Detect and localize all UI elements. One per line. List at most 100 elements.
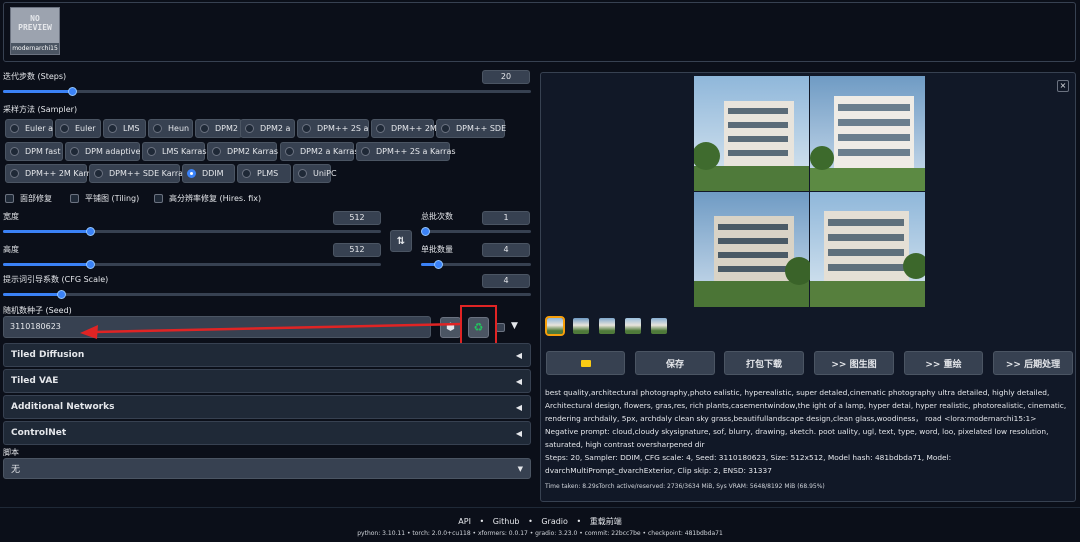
sampler-option-euler[interactable]: Euler [55,119,101,138]
sampler-option-dpm2-a[interactable]: DPM2 a [240,119,295,138]
checkpoint-card[interactable]: NO PREVIEW modernarchi15 [10,7,60,55]
sampler-option-dpm-2s-a[interactable]: DPM++ 2S a [297,119,369,138]
sampler-option-label: Euler a [25,124,54,133]
hires-fix-checkbox[interactable]: 高分辨率修复 (Hires. fix) [154,193,261,204]
width-input[interactable]: 512 [333,211,381,225]
batch-size-slider[interactable] [421,260,531,269]
sampler-option-dpm-2m[interactable]: DPM++ 2M [371,119,437,138]
restore-faces-checkbox[interactable]: 面部修复 [5,193,52,204]
chevron-down-icon[interactable]: ▼ [511,321,518,331]
sampler-option-dpm-sde[interactable]: DPM++ SDE [436,119,507,138]
radio-indicator[interactable] [212,147,221,156]
checkbox-box[interactable] [5,194,14,203]
sampler-option-dpm-2m-karras[interactable]: DPM++ 2M Karras [5,164,99,183]
gallery-thumbnail[interactable] [545,316,565,336]
batch-count-input[interactable]: 1 [482,211,530,225]
extra-seed-checkbox[interactable] [496,323,505,332]
height-slider-thumb[interactable] [85,260,95,269]
dropdown-caret-icon: ▼ [517,464,523,473]
radio-indicator[interactable] [200,124,209,133]
radio-indicator[interactable] [376,124,385,133]
sampler-option-euler-a[interactable]: Euler a [5,119,53,138]
sampler-option-dpm-fast[interactable]: DPM fast [5,142,63,161]
sampler-option-dpm2[interactable]: DPM2 [195,119,242,138]
accordion-tiled-diffusion[interactable]: Tiled Diffusion ◀ [3,343,531,367]
annotation-arrow [80,322,463,339]
gallery-thumbnail[interactable] [625,318,641,334]
radio-indicator[interactable] [94,169,103,178]
tiling-checkbox[interactable]: 平铺图 (Tiling) [70,193,139,204]
width-slider[interactable] [3,227,381,236]
gallery-close-button[interactable]: × [1057,80,1069,92]
steps-slider-thumb[interactable] [67,87,77,96]
radio-indicator[interactable] [245,124,254,133]
radio-indicator[interactable] [187,169,196,178]
sampler-option-ddim[interactable]: DDIM [182,164,235,183]
footer-link-reload-ui[interactable]: 重载前端 [590,517,622,526]
checkbox-box[interactable] [70,194,79,203]
script-dropdown[interactable]: 无 ▼ [3,458,531,479]
radio-indicator[interactable] [147,147,156,156]
cfg-slider[interactable] [3,290,531,299]
radio-indicator[interactable] [108,124,117,133]
sampler-option-dpm-adaptive[interactable]: DPM adaptive [65,142,140,161]
sampler-option-heun[interactable]: Heun [148,119,193,138]
steps-input[interactable]: 20 [482,70,530,84]
gallery-thumbnail[interactable] [573,318,589,334]
accordion-controlnet[interactable]: ControlNet ◀ [3,421,531,445]
save-button[interactable]: 保存 [635,351,715,375]
accordion-tiled-vae[interactable]: Tiled VAE ◀ [3,369,531,393]
batch-count-slider-thumb[interactable] [421,227,430,236]
batch-count-slider[interactable] [421,227,531,236]
radio-indicator[interactable] [302,124,311,133]
open-folder-button[interactable] [546,351,625,375]
zip-download-button[interactable]: 打包下载 [724,351,804,375]
radio-indicator[interactable] [10,147,19,156]
footer-link-api[interactable]: API [458,517,471,526]
radio-indicator[interactable] [10,169,19,178]
radio-indicator[interactable] [298,169,307,178]
sampler-option-dpm2-karras[interactable]: DPM2 Karras [207,142,278,161]
cfg-slider-fill [3,293,62,296]
batch-size-slider-thumb[interactable] [433,260,443,269]
send-to-img2img-button[interactable]: >> 图生图 [814,351,894,375]
sampler-option-dpm2-a-karras[interactable]: DPM2 a Karras [280,142,358,161]
radio-indicator[interactable] [441,124,450,133]
footer-link-gradio[interactable]: Gradio [541,517,568,526]
gallery-thumbnail[interactable] [651,318,667,334]
sampler-option-lms[interactable]: LMS [103,119,146,138]
sampler-option-dpm-sde-karras[interactable]: DPM++ SDE Karras [89,164,187,183]
generation-negative-prompt: Negative prompt: cloud,cloudy skysignatu… [545,427,1049,449]
batch-size-input[interactable]: 4 [482,243,530,257]
steps-slider[interactable] [3,87,531,96]
send-to-extras-button[interactable]: >> 后期处理 [993,351,1073,375]
accordion-additional-networks[interactable]: Additional Networks ◀ [3,395,531,419]
sampler-option-label: DPM++ SDE [456,124,507,133]
generated-image-grid[interactable] [692,76,929,307]
sampler-option-unipc[interactable]: UniPC [293,164,337,183]
footer-link-github[interactable]: Github [493,517,520,526]
cfg-label: 提示词引导系数 (CFG Scale) [3,275,109,284]
radio-indicator[interactable] [10,124,19,133]
send-to-inpaint-button[interactable]: >> 重绘 [904,351,983,375]
gallery-thumbnail[interactable] [599,318,615,334]
width-slider-thumb[interactable] [85,227,95,236]
sampler-option-plms[interactable]: PLMS [237,164,291,183]
radio-indicator[interactable] [60,124,69,133]
radio-indicator[interactable] [242,169,251,178]
cfg-input[interactable]: 4 [482,274,530,288]
radio-indicator[interactable] [70,147,79,156]
radio-indicator[interactable] [285,147,294,156]
extra-networks-panel [3,2,1076,62]
radio-indicator[interactable] [361,147,370,156]
sampler-option-lms-karras[interactable]: LMS Karras [142,142,207,161]
sampler-option-dpm-2s-a-karras[interactable]: DPM++ 2S a Karras [356,142,456,161]
cfg-slider-thumb[interactable] [57,290,67,299]
checkbox-box[interactable] [154,194,163,203]
footer-separator: • [576,517,582,526]
height-input[interactable]: 512 [333,243,381,257]
swap-dimensions-button[interactable]: ⇅ [390,230,412,252]
height-slider[interactable] [3,260,381,269]
radio-indicator[interactable] [153,124,162,133]
sampler-option-label: DPM++ 2M Karras [25,169,99,178]
